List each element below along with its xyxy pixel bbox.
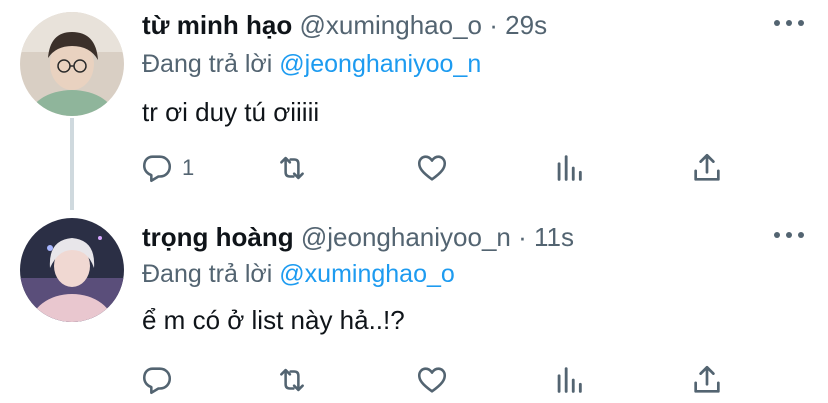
separator: · [489, 10, 498, 40]
reply-button[interactable] [140, 360, 182, 400]
tweet-actions: 1 [0, 148, 828, 188]
reply-icon [142, 367, 172, 395]
more-dots-icon[interactable] [772, 18, 806, 28]
tweet-1[interactable]: từ minh hạo @xuminghao_o · 29s Đang trả … [0, 0, 828, 210]
tweet-actions [0, 360, 828, 400]
stats-icon [557, 367, 582, 393]
retweet-button[interactable] [275, 148, 317, 188]
tweet-text: tr ơi duy tú ơiiiii [142, 97, 320, 127]
timestamp[interactable]: 29s [505, 10, 547, 40]
share-icon [694, 365, 720, 393]
stats-icon [557, 155, 582, 181]
avatar-image [20, 12, 124, 116]
replying-to: Đang trả lời @xuminghao_o [142, 260, 455, 289]
share-button[interactable] [690, 360, 724, 400]
like-button[interactable] [415, 360, 457, 400]
retweet-icon [280, 368, 304, 392]
display-name[interactable]: trọng hoàng [142, 222, 294, 252]
separator: · [518, 222, 527, 252]
replying-to: Đang trả lời @jeonghaniyoo_n [142, 50, 481, 79]
stats-button[interactable] [552, 360, 586, 400]
replying-to-label: Đang trả lời [142, 260, 273, 288]
username[interactable]: @xuminghao_o [300, 10, 483, 40]
heart-icon [417, 367, 447, 393]
tweet-header: trọng hoàng @jeonghaniyoo_n · 11s [142, 222, 574, 253]
retweet-icon [280, 156, 304, 180]
reply-count: 1 [182, 155, 195, 180]
reply-button[interactable]: 1 [140, 148, 194, 188]
retweet-button[interactable] [275, 360, 317, 400]
avatar[interactable] [20, 218, 124, 322]
avatar[interactable] [20, 12, 124, 116]
more-dots-icon[interactable] [772, 230, 806, 240]
stats-button[interactable] [552, 148, 586, 188]
like-button[interactable] [415, 148, 457, 188]
tweet-text: ể m có ở list này hả..!? [142, 305, 405, 335]
tweet-header: từ minh hạo @xuminghao_o · 29s [142, 10, 547, 41]
share-icon [694, 153, 720, 181]
share-button[interactable] [690, 148, 724, 188]
username[interactable]: @jeonghaniyoo_n [301, 222, 511, 252]
reply-icon [142, 155, 172, 183]
avatar-image [20, 218, 124, 322]
display-name[interactable]: từ minh hạo [142, 10, 292, 40]
tweet-2[interactable]: trọng hoàng @jeonghaniyoo_n · 11s Đang t… [0, 210, 828, 403]
timestamp[interactable]: 11s [534, 222, 574, 252]
replying-to-label: Đang trả lời [142, 50, 273, 78]
heart-icon [417, 155, 447, 181]
reply-mention-link[interactable]: @xuminghao_o [279, 260, 455, 288]
reply-mention-link[interactable]: @jeonghaniyoo_n [279, 50, 481, 78]
